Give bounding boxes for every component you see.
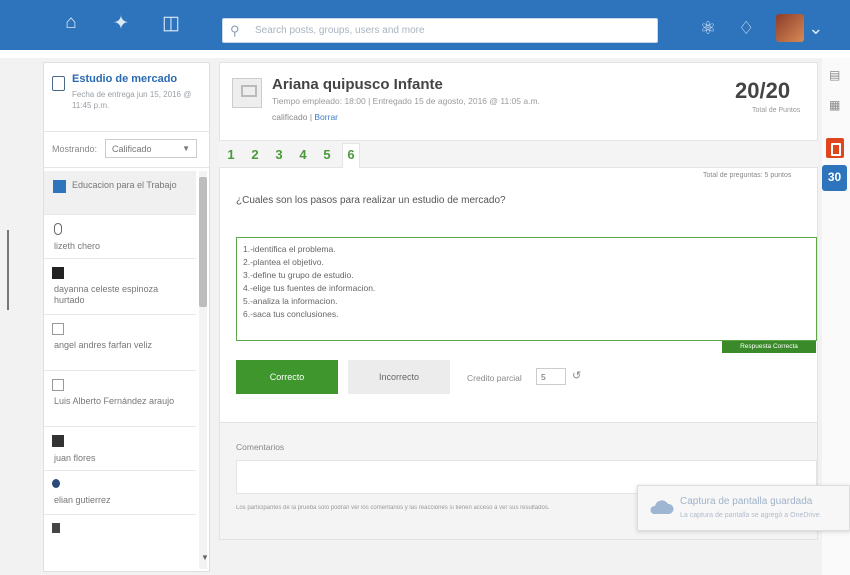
student-name: juan flores — [54, 453, 96, 463]
calendar-icon[interactable]: 30 — [822, 165, 847, 191]
tab-question-2[interactable]: 2 — [246, 144, 264, 166]
group-icon — [53, 180, 66, 193]
answer-line: 3.-define tu grupo de estudio. — [243, 270, 354, 280]
student-item[interactable]: elian gutierrez — [44, 471, 196, 515]
incorrect-button[interactable]: Incorrecto — [348, 360, 450, 394]
grid-icon[interactable]: ▦ — [829, 98, 840, 112]
window-edge — [7, 230, 9, 310]
comments-label: Comentarios — [236, 442, 285, 452]
toast-title: Captura de pantalla guardada — [680, 496, 813, 507]
tab-question-3[interactable]: 3 — [270, 144, 288, 166]
answer-line: 5.-analiza la informacion. — [243, 296, 338, 306]
correct-answer-tag: Respuesta Correcta — [722, 341, 816, 353]
bell-icon[interactable]: ♢ — [738, 18, 754, 39]
history-icon[interactable]: ↺ — [572, 369, 581, 382]
office-icon[interactable] — [826, 138, 844, 158]
student-name: dayanna celeste espinoza hurtado — [54, 284, 159, 305]
assignment-icon — [52, 76, 65, 91]
scroll-down-icon[interactable]: ▼ — [201, 553, 209, 562]
answer-line: 4.-elige tus fuentes de informacion. — [243, 283, 376, 293]
calendar-small-icon[interactable]: ▤ — [829, 68, 840, 82]
chevron-down-icon[interactable]: ⌄ — [808, 18, 823, 39]
partial-credit-label: Credito parcial — [467, 373, 522, 383]
student-name: Luis Alberto Fernández araujo — [54, 396, 175, 406]
search-input[interactable]: ⚲ Search posts, groups, users and more — [222, 18, 658, 43]
avatar — [52, 379, 64, 391]
chevron-down-icon: ▼ — [182, 144, 190, 153]
header-right: ⚛ ♢ ⌄ — [700, 14, 823, 42]
total-questions: Total de preguntas: 5 puntos — [703, 172, 792, 179]
divider — [44, 167, 209, 168]
search-placeholder: Search posts, groups, users and more — [255, 25, 425, 36]
student-name: Educacion para el Trabajo — [72, 180, 177, 190]
delete-link[interactable]: Borrar — [314, 112, 338, 122]
answer-box: 1.-identifica el problema. 2.-plantea el… — [236, 237, 817, 341]
comments-notice: Los participantes de la prueba solo podr… — [236, 505, 550, 511]
divider — [44, 131, 209, 132]
submission-status-row: calificado | Borrar — [272, 112, 338, 122]
assignments-icon[interactable]: ⚛ — [700, 18, 716, 39]
correct-button[interactable]: Correcto — [236, 360, 338, 394]
answer-line: 1.-identifica el problema. — [243, 244, 336, 254]
student-name: lizeth chero — [54, 241, 101, 251]
student-list: Educacion para el Trabajo lizeth chero d… — [44, 171, 196, 545]
student-name-title: Ariana quipusco Infante — [272, 76, 443, 93]
avatar — [52, 267, 64, 279]
avatar — [54, 223, 62, 235]
main-nav: ⌂ ✦ ◫ — [60, 12, 182, 35]
tab-question-1[interactable]: 1 — [222, 144, 240, 166]
score-label: Total de Puntos — [752, 107, 801, 114]
student-item[interactable]: juan flores — [44, 427, 196, 471]
student-item[interactable]: Luis Alberto Fernández araujo — [44, 371, 196, 427]
avatar — [52, 479, 60, 488]
tab-question-4[interactable]: 4 — [294, 144, 312, 166]
screenshot-toast[interactable]: Captura de pantalla guardada La captura … — [637, 485, 850, 531]
question-text: ¿Cuales son los pasos para realizar un e… — [236, 195, 506, 206]
compass-icon[interactable]: ✦ — [110, 12, 132, 35]
student-item[interactable]: lizeth chero — [44, 215, 196, 259]
student-item[interactable] — [44, 515, 196, 545]
cloud-icon — [650, 500, 674, 514]
toast-subtitle: La captura de pantalla se agregó a OneDr… — [680, 512, 822, 519]
student-item[interactable]: dayanna celeste espinoza hurtado — [44, 259, 196, 315]
student-panel: Estudio de mercado Fecha de entrega jun … — [43, 62, 210, 572]
student-name: angel andres farfan veliz — [54, 340, 153, 350]
student-item[interactable]: Educacion para el Trabajo — [44, 171, 196, 215]
home-icon[interactable]: ⌂ — [60, 12, 82, 35]
scrollbar-thumb[interactable] — [199, 177, 207, 307]
answer-line: 6.-saca tus conclusiones. — [243, 309, 339, 319]
user-avatar[interactable] — [776, 14, 805, 42]
avatar — [52, 323, 64, 335]
student-photo — [232, 78, 262, 108]
book-icon[interactable]: ◫ — [160, 12, 182, 35]
search-icon: ⚲ — [230, 23, 240, 38]
filter-select[interactable]: Calificado ▼ — [105, 139, 197, 158]
student-item[interactable]: angel andres farfan veliz — [44, 315, 196, 371]
assignment-title[interactable]: Estudio de mercado — [72, 73, 177, 85]
avatar — [52, 435, 64, 447]
avatar — [52, 523, 60, 533]
assignment-due-date: Fecha de entrega jun 15, 2016 @ 11:45 p.… — [72, 90, 192, 110]
filter-value: Calificado — [112, 144, 152, 154]
answer-line: 2.-plantea el objetivo. — [243, 257, 324, 267]
student-name: elian gutierrez — [54, 495, 111, 505]
submission-meta: Tiempo empleado: 18:00 | Entregado 15 de… — [272, 96, 540, 106]
partial-credit-input[interactable]: 5 — [536, 368, 566, 385]
tab-question-5[interactable]: 5 — [318, 144, 336, 166]
filter-label: Mostrando: — [52, 144, 98, 154]
score: 20/20 — [735, 78, 791, 103]
tab-question-6[interactable]: 6 — [342, 143, 360, 168]
submission-status: calificado — [272, 112, 308, 122]
